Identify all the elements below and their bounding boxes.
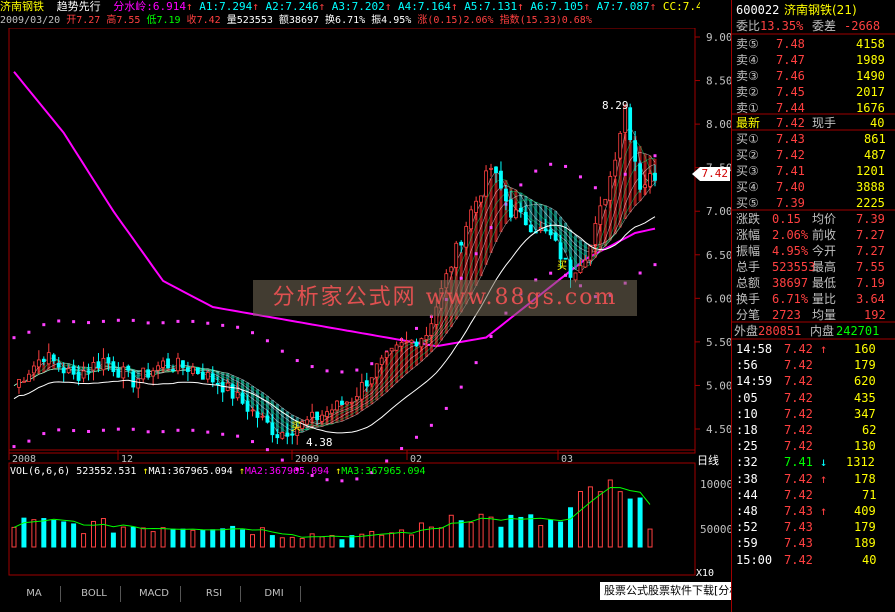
volume-unit: X10 [696,568,715,579]
info-amount: 额38697 [278,15,320,26]
info-close: 收7.42 [186,15,221,26]
a7-value: A7:7.087 [596,0,650,13]
price-axis-label: 8.50 [706,75,731,88]
current-price-tag: 7.42 [692,167,730,181]
indicator-tab-bar: MA BOLL MACD RSI DMI [0,584,600,604]
x-axis-label: 02 [410,454,422,465]
tab-boll[interactable]: BOLL [68,586,121,602]
tab-macd[interactable]: MACD [128,586,181,602]
panel-separators [732,33,895,340]
ohlc-info-bar: 2009/03/20 开7.27 高7.55 低7.19 收7.42 量5235… [0,14,700,28]
a2-value: A2:7.246 [265,0,319,13]
info-amplitude: 振4.95% [371,15,412,26]
tab-dmi[interactable]: DMI [248,586,301,602]
info-volume: 量523553 [226,15,273,26]
info-change: 涨(0.15)2.06% [417,15,494,26]
buy-marker-1: 买 [291,422,301,433]
a1-value: A1:7.294 [199,0,253,13]
tab-rsi[interactable]: RSI [188,586,241,602]
volume-axis-mid: 50000 [700,523,734,536]
info-low: 低7.19 [146,15,181,26]
tab-ma[interactable]: MA [8,586,61,602]
fsl-value: 分水岭:6.914 [113,0,186,13]
info-open: 开7.27 [66,15,101,26]
vol-ma3: MA3:367965.094 [341,466,426,477]
a5-value: A5:7.131 [464,0,518,13]
a3-value: A3:7.202 [331,0,385,13]
price-axis-label: 5.00 [706,379,731,392]
price-axis-label: 6.00 [706,292,731,305]
volume-ma-line [13,486,651,538]
price-axis: 9.008.508.007.507.006.506.005.505.004.50 [695,31,731,436]
watermark: 分析家公式网 www.88gs.com [253,280,637,316]
vol-value: VOL(6,6,6) 523552.531 [10,466,137,477]
price-axis-label: 8.00 [706,118,731,131]
x-axis-label: 2008 [12,454,36,465]
a6-value: A6:7.105 [530,0,584,13]
price-axis-label: 7.00 [706,205,731,218]
price-axis-label: 9.00 [706,31,731,44]
info-high: 高7.55 [106,15,141,26]
x-axis-label: 12 [121,454,133,465]
info-index: 指数(15.33)0.68% [499,15,592,26]
high-annotation: 8.29 [602,99,629,112]
quote-panel: 600022 济南钢铁(21) 委比 13.35% 委差 -2668 卖⑤ 7.4… [731,0,895,612]
price-axis-label: 5.50 [706,336,731,349]
a4-value: A4:7.164 [397,0,451,13]
stock-name[interactable]: 济南钢铁 [0,0,44,13]
x-axis-label: 03 [561,454,573,465]
buy-marker-2: 买 [557,261,567,272]
price-axis-label: 4.50 [706,423,731,436]
vol-ma2: MA2:367965.094 [244,466,330,477]
price-axis-label: 6.50 [706,249,731,262]
indicator-title-bar: 济南钢铁 趋势先行 分水岭:6.914↑ A1:7.294↑ A2:7.246↑… [0,0,700,14]
candlesticks [17,103,657,445]
info-turnover: 换6.71% [325,15,366,26]
volume-header: VOL(6,6,6) 523552.531 ↑MA1:367965.094 ↑M… [10,466,426,477]
info-date: 2009/03/20 [0,15,61,26]
indicator-name[interactable]: 趋势先行 [57,0,101,13]
x-axis-label: 2009 [295,454,319,465]
vol-ma1: MA1:367965.094 [148,466,233,477]
volume-bars [11,479,653,548]
cc-value: CC:7.42 [662,0,700,13]
low-annotation: 4.38 [306,436,333,449]
price-frame [8,28,696,454]
period-label[interactable]: 日线 [697,452,719,468]
